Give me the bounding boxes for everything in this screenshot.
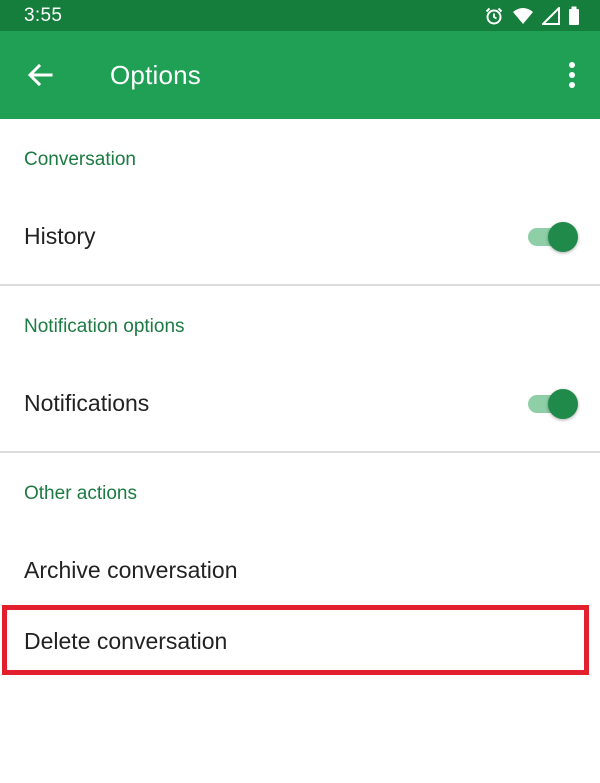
notifications-row[interactable]: Notifications — [0, 371, 600, 435]
divider — [0, 451, 600, 453]
signal-icon — [542, 6, 560, 25]
highlight-box — [2, 605, 589, 675]
overflow-menu-button[interactable] — [558, 57, 586, 97]
back-button[interactable] — [22, 59, 58, 95]
divider — [0, 284, 600, 286]
history-row[interactable]: History — [0, 204, 600, 268]
options-screen: 3:55 Options Conversation History Notifi… — [0, 0, 600, 783]
battery-icon — [568, 6, 580, 26]
arrow-back-icon — [26, 61, 54, 94]
section-header-other-actions: Other actions — [24, 483, 137, 504]
app-bar: Options — [0, 31, 600, 119]
toggle-thumb — [548, 222, 578, 252]
notifications-label: Notifications — [24, 389, 150, 416]
section-header-conversation: Conversation — [24, 149, 136, 170]
section-header-notification-options: Notification options — [24, 316, 185, 337]
notifications-toggle[interactable] — [526, 387, 578, 419]
archive-conversation-label: Archive conversation — [24, 556, 238, 583]
status-time: 3:55 — [24, 4, 63, 26]
archive-conversation-row[interactable]: Archive conversation — [0, 538, 600, 602]
status-bar: 3:55 — [0, 0, 600, 31]
page-title: Options — [110, 60, 202, 90]
wifi-icon — [512, 7, 534, 25]
alarm-icon — [484, 6, 504, 26]
history-label: History — [24, 222, 96, 249]
history-toggle[interactable] — [526, 220, 578, 252]
status-icons — [484, 6, 580, 26]
more-vert-icon — [568, 61, 576, 94]
toggle-thumb — [548, 389, 578, 419]
